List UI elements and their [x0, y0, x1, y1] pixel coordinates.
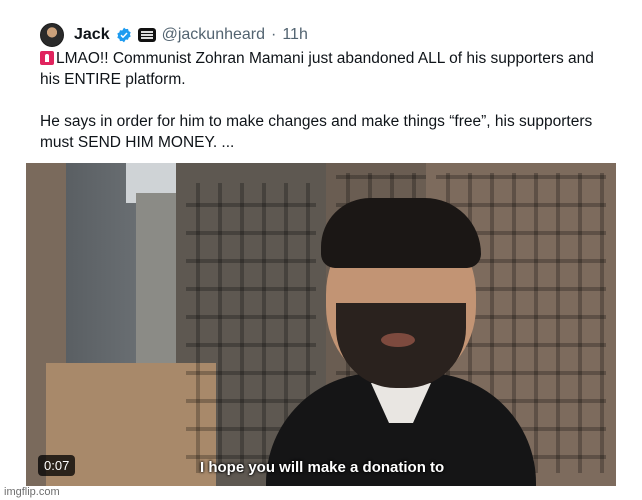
- tweet-text: LMAO!! Communist Zohran Mamani just aban…: [40, 48, 610, 153]
- tweet-time[interactable]: 11h: [282, 26, 308, 44]
- tweet-video[interactable]: 0:07 I hope you will make a donation to: [26, 163, 616, 486]
- verified-badge-icon: [116, 27, 132, 43]
- tweet-header: Jack @jackunheard · 11h: [40, 22, 308, 48]
- police-siren-icon: [40, 51, 54, 65]
- tweet-text-line2: He says in order for him to make changes…: [40, 113, 593, 151]
- affiliate-badge-icon: [137, 28, 156, 42]
- person-mouth: [381, 333, 415, 347]
- author-handle[interactable]: @jackunheard: [162, 26, 265, 44]
- person-hair: [321, 198, 481, 268]
- video-person: [176, 193, 556, 486]
- video-timestamp[interactable]: 0:07: [38, 455, 76, 476]
- tweet-card[interactable]: Jack @jackunheard · 11h LMAO!! Communist…: [26, 8, 616, 486]
- tweet-text-line1: LMAO!! Communist Zohran Mamani just aban…: [40, 50, 594, 88]
- video-caption: I hope you will make a donation to: [200, 459, 445, 476]
- author-avatar[interactable]: [40, 23, 64, 47]
- imgflip-watermark: imgflip.com: [4, 486, 60, 498]
- separator-dot: ·: [271, 26, 277, 43]
- author-name[interactable]: Jack: [74, 26, 110, 44]
